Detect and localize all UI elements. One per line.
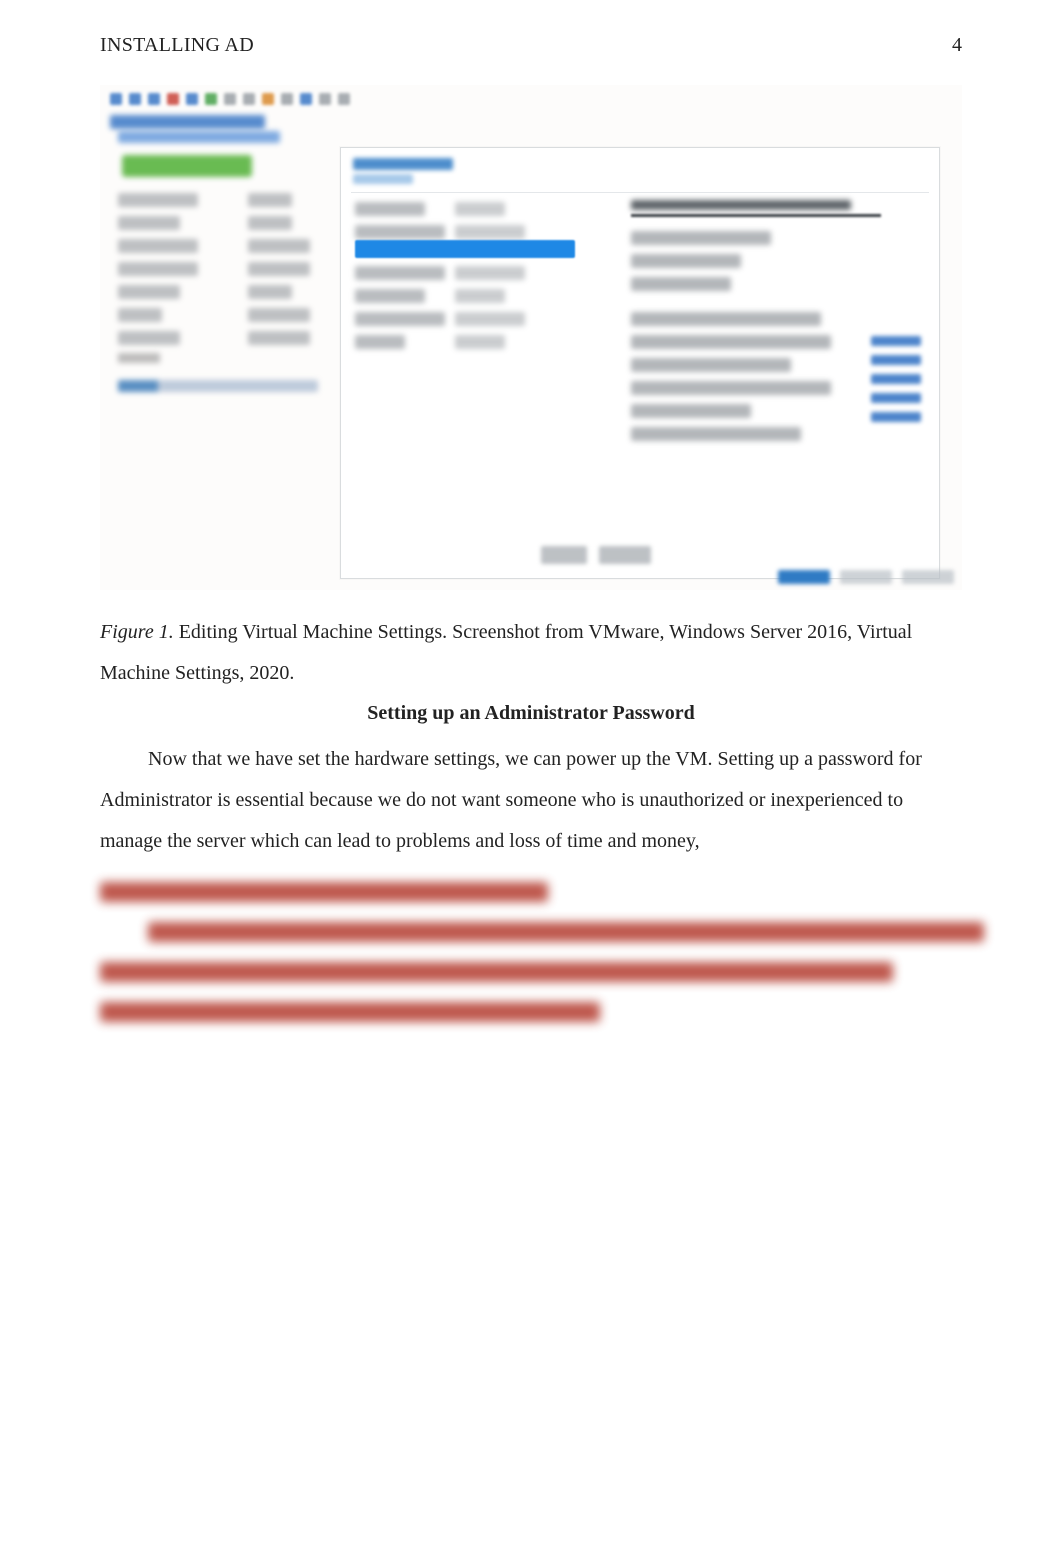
help-button-icon [902,570,954,584]
toolbar-icon [281,93,293,105]
dialog-divider [351,192,929,193]
dialog-action-links [871,336,921,422]
screenshot-toolbar [110,93,350,105]
redacted-line [100,1002,600,1022]
section-heading: Setting up an Administrator Password [100,702,962,725]
redacted-block [100,882,962,1022]
toolbar-icon [167,93,179,105]
toolbar-icon [148,93,160,105]
cancel-button-icon [840,570,892,584]
page-number: 4 [952,34,962,57]
embedded-screenshot [100,85,962,590]
redacted-line [100,882,548,902]
dialog-tab [353,174,413,184]
body-paragraph: Now that we have set the hardware settin… [100,739,962,862]
toolbar-icon [110,93,122,105]
toolbar-icon [319,93,331,105]
dialog-title [353,158,453,170]
dialog-device-summary [455,266,545,358]
toolbar-icon [262,93,274,105]
dialog-remove-button [599,546,651,564]
dialog-selected-row [355,240,575,258]
redacted-line [100,962,893,982]
toolbar-icon [300,93,312,105]
toolbar-icon [186,93,198,105]
screenshot-tab-bar [110,115,265,129]
screenshot-power-button [122,155,252,177]
dialog-add-button [541,546,587,564]
screenshot-settings-dialog [340,147,940,579]
screenshot-hw-values [248,193,328,354]
ok-button-icon [778,570,830,584]
screenshot-hw-labels [118,193,198,354]
page: INSTALLING AD 4 [0,0,1062,1556]
figure-caption: Figure 1. Editing Virtual Machine Settin… [100,612,962,694]
screenshot-label [118,353,160,363]
redacted-line [148,922,984,942]
running-head: INSTALLING AD [100,34,254,57]
screenshot-vm-name [118,131,280,143]
toolbar-icon [129,93,141,105]
toolbar-icon [243,93,255,105]
screenshot-description [118,380,318,392]
figure-label: Figure 1. [100,621,174,643]
toolbar-icon [338,93,350,105]
dialog-device-list [355,266,445,358]
toolbar-icon [224,93,236,105]
figure-caption-text: Editing Virtual Machine Settings. Screen… [100,621,912,684]
page-header: INSTALLING AD 4 [100,34,962,57]
dialog-footer-buttons [778,570,954,584]
toolbar-icon [205,93,217,105]
